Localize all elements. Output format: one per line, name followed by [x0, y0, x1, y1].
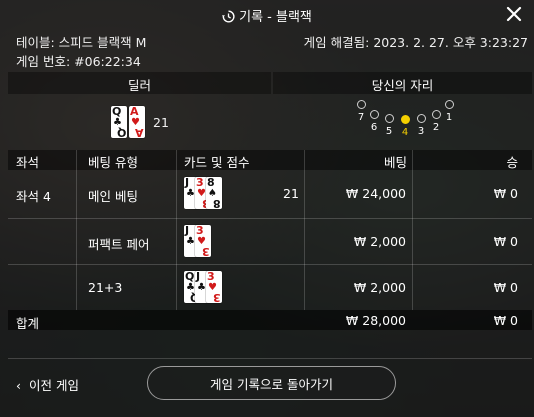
chevron-left-icon: ‹ — [16, 378, 21, 393]
dealer-card: A ♥ A — [129, 106, 145, 139]
cell-score: 21 — [283, 186, 299, 201]
table-name: 테이블: 스피드 블랙잭 M — [16, 35, 147, 50]
card-rank-inverted: Q — [116, 126, 126, 139]
history-icon — [222, 10, 235, 27]
previous-game-button[interactable]: ‹ 이전 게임 — [16, 375, 79, 394]
dealer-heading-text: 딜러 — [127, 78, 151, 93]
card-rank-inverted: 3 — [202, 245, 210, 258]
dealer-score: 21 — [153, 115, 169, 130]
col-bet-type: 베팅 유형 — [88, 155, 138, 170]
cell-bet-type: 메인 베팅 — [88, 189, 138, 204]
cell-bet: ₩ 2,000 — [353, 280, 406, 295]
cell-seat: 좌석 4 — [16, 189, 51, 204]
seat-heading-text: 당신의 자리 — [371, 78, 434, 93]
history-panel: 기록 - 블랙잭 테이블: 스피드 블랙잭 M 게임 번호: #06:22:34… — [0, 0, 534, 417]
seat-dot — [370, 110, 379, 119]
panel-title: 기록 - 블랙잭 — [0, 6, 534, 27]
hand-card: 3♥3 — [206, 271, 222, 304]
seat-heading: 당신의 자리 — [273, 72, 532, 94]
cell-bet: ₩ 2,000 — [353, 234, 406, 249]
card-rank-inverted: 8 — [213, 197, 221, 210]
seat-dot — [357, 100, 366, 109]
settled-time: 게임 해결됨: 2023. 2. 27. 오후 3:23:27 — [303, 35, 528, 50]
table-row: 퍼팩트 페어₩ 2,000₩ 0J♣J3♥3 — [8, 222, 532, 262]
cell-win: ₩ 0 — [493, 234, 518, 249]
seat-number: 5 — [385, 126, 393, 137]
seat-number: 4 — [401, 127, 409, 138]
total-row: 합계 ₩ 28,000 ₩ 0 — [8, 310, 532, 331]
card-rank-inverted: 3 — [213, 291, 221, 304]
seat-dot — [385, 114, 394, 123]
close-button[interactable] — [504, 4, 524, 24]
seat-number: 7 — [357, 112, 365, 123]
return-to-history-button[interactable]: 게임 기록으로 돌아가기 — [147, 366, 396, 400]
hand-card: 8 ♠ 8 — [206, 177, 222, 210]
col-cards: 카드 및 점수 — [184, 155, 250, 170]
card-suit: ♣ — [197, 282, 206, 293]
seat-number: 6 — [370, 122, 378, 133]
seat-dot — [417, 114, 426, 123]
cell-win: ₩ 0 — [493, 280, 518, 295]
seat-dot — [401, 115, 410, 124]
row-divider — [8, 264, 532, 265]
footer-divider — [8, 358, 532, 359]
close-icon — [506, 6, 522, 22]
seat-number: 1 — [445, 112, 453, 123]
row-divider — [8, 218, 532, 219]
card-rank-inverted: A — [135, 126, 144, 139]
seat-dot — [445, 100, 454, 109]
cell-bet-type: 21+3 — [88, 280, 123, 295]
title-text: 기록 - 블랙잭 — [239, 10, 312, 25]
seat-number: 3 — [417, 126, 425, 137]
total-label: 합계 — [16, 316, 40, 331]
cell-win: ₩ 0 — [493, 186, 518, 201]
col-win: 승 — [506, 155, 518, 170]
dealer-card: Q ♣ Q — [111, 106, 127, 139]
seat-number: 2 — [432, 122, 440, 133]
cell-bet: ₩ 24,000 — [345, 186, 406, 201]
cell-bet-type: 퍼팩트 페어 — [88, 237, 150, 252]
col-bet: 베팅 — [384, 155, 408, 170]
table-header: 좌석 베팅 유형 카드 및 점수 베팅 승 — [8, 150, 532, 170]
seat-dot — [432, 110, 441, 119]
table-row: 좌석 4메인 베팅21₩ 24,000₩ 0J♣J3♥38♠8 — [8, 174, 532, 214]
dealer-heading: 딜러 — [8, 72, 271, 94]
card-suit: ♣ — [186, 188, 195, 199]
previous-game-label: 이전 게임 — [29, 378, 79, 393]
total-bet: ₩ 28,000 — [345, 313, 406, 328]
card-suit: ♣ — [186, 236, 195, 247]
total-win: ₩ 0 — [493, 313, 518, 328]
title-bar: 기록 - 블랙잭 — [0, 0, 534, 28]
hand-card: 3♥3 — [195, 225, 211, 258]
game-number: 게임 번호: #06:22:34 — [16, 54, 141, 69]
table-row: 21+3₩ 2,000₩ 0Q♣QJ♣J3♥3 — [8, 268, 532, 308]
col-seat: 좌석 — [16, 155, 40, 170]
